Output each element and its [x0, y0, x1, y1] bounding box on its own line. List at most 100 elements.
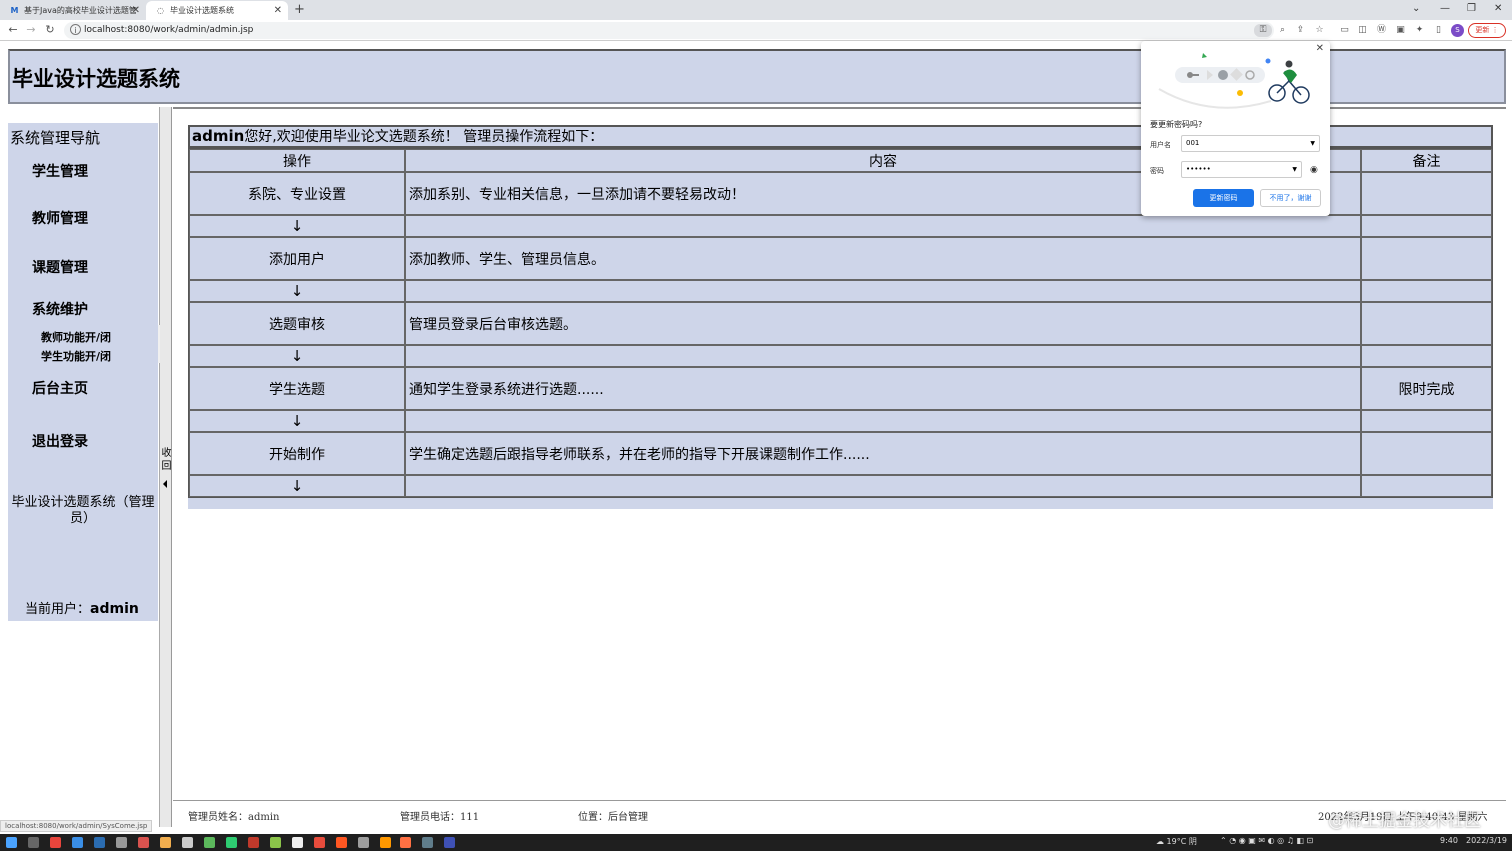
password-label: 密码: [1150, 167, 1164, 175]
update-label: 更新: [1475, 26, 1490, 34]
step-note: 限时完成: [1361, 367, 1492, 410]
tab-search-icon[interactable]: ⌄: [1412, 0, 1420, 18]
step-operation: 学生选题: [189, 367, 405, 410]
browser-tab-2[interactable]: ◌ 毕业设计选题系统 ✕: [146, 1, 288, 20]
arrow-row: ↓: [189, 215, 1492, 237]
password-update-popup: ✕ 要更新密码吗? 用户名 001 ▼ 密码 •••••• ▼ ◉ 更新密码 不…: [1141, 41, 1330, 216]
reload-icon[interactable]: ↻: [43, 22, 57, 38]
wechat-taskbar-icon[interactable]: [226, 837, 237, 848]
app-taskbar-icon[interactable]: [138, 837, 149, 848]
restore-icon[interactable]: ❐: [1467, 0, 1476, 18]
sidebar-item-teacher-management[interactable]: 教师管理: [32, 208, 88, 228]
step-content: 通知学生登录系统进行选题......: [405, 367, 1361, 410]
sidebar-subitem-student-toggle[interactable]: 学生功能开/闭: [41, 348, 111, 364]
app-taskbar-icon[interactable]: [358, 837, 369, 848]
extension-icon[interactable]: ▭: [1338, 24, 1351, 37]
tab-favicon-icon: ◌: [157, 6, 164, 15]
tab-title: 毕业设计选题系统: [170, 6, 234, 15]
app-taskbar-icon[interactable]: [160, 837, 171, 848]
sidebar-item-logout[interactable]: 退出登录: [32, 431, 88, 451]
search-icon[interactable]: [28, 837, 39, 848]
screenshot-icon[interactable]: ◫: [1356, 24, 1369, 37]
bookmark-star-icon[interactable]: ☆: [1313, 24, 1326, 37]
collapse-arrow-icon[interactable]: [163, 480, 167, 488]
app-taskbar-icon[interactable]: [270, 837, 281, 848]
tray-icons[interactable]: ⌃ ◔ ◉ ▣ ✉ ◐ ◎ ♫ ◧ ⊡: [1220, 836, 1313, 845]
app-taskbar-icon[interactable]: [182, 837, 193, 848]
weather-tray[interactable]: ☁ 19°C 阴: [1156, 836, 1197, 847]
password-select[interactable]: •••••• ▼: [1181, 161, 1302, 178]
clock[interactable]: 9:40: [1440, 836, 1458, 845]
chevron-down-icon: ▼: [1310, 140, 1315, 147]
chrome-taskbar-icon[interactable]: [50, 837, 61, 848]
collapse-bar[interactable]: 收回: [160, 107, 172, 827]
app-taskbar-icon[interactable]: [72, 837, 83, 848]
sidebar-item-student-management[interactable]: 学生管理: [32, 161, 88, 181]
close-window-icon[interactable]: ✕: [1494, 0, 1502, 18]
profile-avatar[interactable]: S: [1451, 24, 1464, 37]
app-taskbar-icon[interactable]: [248, 837, 259, 848]
welcome-text: 您好,欢迎使用毕业论文选题系统！ 管理员操作流程如下：: [244, 129, 604, 145]
app-taskbar-icon[interactable]: [116, 837, 127, 848]
zoom-icon[interactable]: ⌕: [1276, 24, 1289, 37]
back-icon[interactable]: ←: [6, 22, 20, 38]
puzzle-icon[interactable]: ✦: [1413, 24, 1426, 37]
show-password-eye-icon[interactable]: ◉: [1310, 165, 1318, 175]
dismiss-button[interactable]: 不用了，谢谢: [1260, 189, 1321, 207]
close-icon[interactable]: ✕: [1316, 43, 1324, 54]
arrow-row: ↓: [189, 410, 1492, 432]
left-frame: 系统管理导航 学生管理 教师管理 课题管理 系统维护 教师功能开/闭 学生功能开…: [8, 107, 164, 827]
admin-phone: 管理员电话：111: [400, 812, 480, 823]
step-content: 添加教师、学生、管理员信息。: [405, 237, 1361, 280]
minimize-icon[interactable]: —: [1440, 0, 1450, 18]
password-key-icon[interactable]: ⚿: [1254, 24, 1272, 37]
app-taskbar-icon[interactable]: [336, 837, 347, 848]
current-user: 当前用户：admin: [25, 598, 139, 617]
app-taskbar-icon[interactable]: [400, 837, 411, 848]
down-arrow-icon: ↓: [189, 345, 405, 367]
browser-tab-1[interactable]: M 基于Java的高校毕业设计选题管 ✕: [0, 1, 146, 20]
username-select[interactable]: 001 ▼: [1181, 135, 1320, 152]
column-header: 备注: [1361, 149, 1492, 172]
app-taskbar-icon[interactable]: [380, 837, 391, 848]
table-row: 选题审核 管理员登录后台审核选题。: [189, 302, 1492, 345]
app-taskbar-icon[interactable]: [422, 837, 433, 848]
image-extension-icon[interactable]: ▣: [1394, 24, 1407, 37]
start-icon[interactable]: [6, 837, 17, 848]
forward-icon[interactable]: →: [24, 22, 38, 38]
url-text[interactable]: localhost:8080/work/admin/admin.jsp: [84, 22, 253, 39]
new-tab-icon[interactable]: +: [294, 0, 305, 20]
current-user-label: 当前用户：: [25, 602, 91, 617]
update-password-button[interactable]: 更新密码: [1193, 189, 1254, 207]
app-taskbar-icon[interactable]: [292, 837, 303, 848]
side-panel-icon[interactable]: ▯: [1432, 24, 1445, 37]
app-taskbar-icon[interactable]: [94, 837, 105, 848]
w-extension-icon[interactable]: Ⓦ: [1375, 24, 1388, 37]
chevron-down-icon: ▼: [1292, 166, 1297, 173]
collapse-label: 收回: [161, 448, 172, 472]
app-taskbar-icon[interactable]: [204, 837, 215, 848]
popup-question: 要更新密码吗?: [1150, 120, 1203, 129]
close-tab-icon[interactable]: ✕: [274, 1, 282, 20]
link-hover-url: localhost:8080/work/admin/SysCome.jsp: [0, 820, 153, 832]
sidebar-item-topic-management[interactable]: 课题管理: [32, 257, 88, 277]
current-user-name: admin: [90, 601, 139, 617]
watermark: @稀土掘金技术社区: [1328, 811, 1481, 831]
update-chrome-button[interactable]: 更新 ⋮: [1468, 23, 1506, 38]
app-taskbar-icon[interactable]: [314, 837, 325, 848]
site-info-icon[interactable]: i: [70, 24, 81, 35]
sidebar-subitem-teacher-toggle[interactable]: 教师功能开/闭: [41, 329, 111, 345]
app-taskbar-icon[interactable]: [444, 837, 455, 848]
sidebar-item-admin-home[interactable]: 后台主页: [32, 378, 88, 398]
arrow-row: ↓: [189, 345, 1492, 367]
down-arrow-icon: ↓: [189, 215, 405, 237]
close-tab-icon[interactable]: ✕: [132, 1, 140, 20]
address-bar[interactable]: i localhost:8080/work/admin/admin.jsp ⚿ …: [64, 22, 1324, 39]
date[interactable]: 2022/3/19: [1466, 836, 1507, 845]
step-note: [1361, 172, 1492, 215]
admin-name: 管理员姓名：admin: [188, 812, 280, 823]
down-arrow-icon: ↓: [189, 280, 405, 302]
sidebar-item-system-maintenance[interactable]: 系统维护: [32, 299, 88, 319]
share-icon[interactable]: ⇪: [1294, 24, 1307, 37]
step-note: [1361, 237, 1492, 280]
